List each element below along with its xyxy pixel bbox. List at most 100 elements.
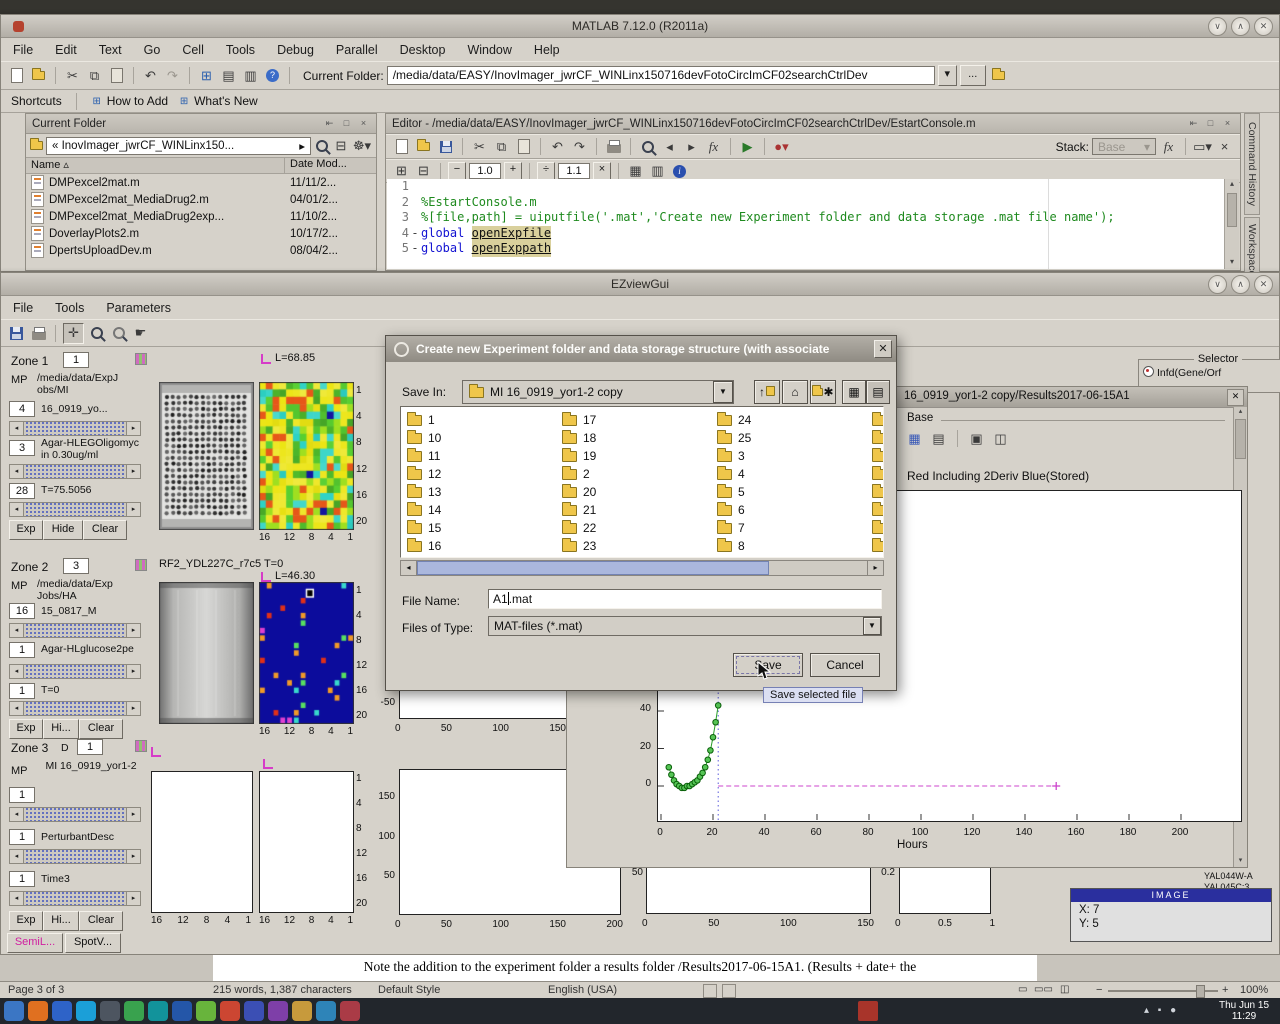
- folder-item[interactable]: 22: [562, 520, 596, 536]
- save-button[interactable]: [7, 324, 26, 343]
- new-folder-button[interactable]: ✱: [810, 380, 836, 404]
- select-tool-button[interactable]: ✛: [63, 323, 84, 344]
- profiler-button[interactable]: ▥: [241, 66, 260, 85]
- zone1-value-field[interactable]: 1: [63, 352, 89, 368]
- ezviewgui-titlebar[interactable]: EZviewGui ∨ ∧ ✕: [1, 273, 1279, 296]
- folder-item[interactable]: 14: [407, 502, 441, 518]
- file-row[interactable]: DMPexcel2mat_MediaDrug2exp...11/10/2...: [26, 208, 376, 225]
- zone2-row2-field[interactable]: 1: [9, 642, 35, 658]
- language-selector[interactable]: English (USA): [548, 984, 617, 996]
- chevron-down-icon[interactable]: ▼: [863, 617, 881, 635]
- run-button[interactable]: ▶: [738, 137, 757, 156]
- desktop-button[interactable]: ⌂: [782, 380, 808, 404]
- file-table-header[interactable]: Name ▵ Date Mod...: [26, 157, 376, 174]
- folder-item[interactable]: [872, 520, 884, 536]
- folder-item[interactable]: 11: [407, 448, 440, 464]
- zone1-grid-icon[interactable]: [135, 353, 147, 365]
- zone3-row2-field[interactable]: 1: [9, 829, 35, 845]
- matlab-titlebar[interactable]: MATLAB 7.12.0 (R2011a) ∨ ∧ ✕: [1, 15, 1279, 38]
- back-button[interactable]: ◂: [660, 137, 679, 156]
- detail-view-button[interactable]: ▤: [866, 380, 890, 404]
- folder-item[interactable]: [872, 448, 884, 464]
- zoom-out-button[interactable]: [109, 324, 128, 343]
- zone1-hide-button[interactable]: Hide: [43, 520, 83, 540]
- menu-item-parallel[interactable]: Parallel: [336, 43, 378, 57]
- breadcrumb[interactable]: « InovImager_jwrCF_WINLinx150...▸: [46, 137, 311, 155]
- folder-item[interactable]: [872, 502, 884, 518]
- menu-item-edit[interactable]: Edit: [55, 43, 77, 57]
- maximize-button[interactable]: ∧: [1231, 17, 1250, 36]
- save-in-dropdown[interactable]: MI 16_0919_yor1-2 copy ▼: [462, 380, 734, 404]
- page-count[interactable]: Page 3 of 3: [8, 984, 64, 996]
- multiply-button[interactable]: ×: [593, 162, 611, 180]
- dock-icon[interactable]: ⇤: [323, 117, 336, 130]
- folder-item[interactable]: [872, 484, 884, 500]
- taskbar-app-icon[interactable]: [28, 1001, 48, 1021]
- frame-icon[interactable]: ◫: [991, 429, 1010, 448]
- menu-item-text[interactable]: Text: [99, 43, 122, 57]
- folder-item[interactable]: 4: [717, 466, 745, 482]
- function-browser-icon[interactable]: fx: [704, 137, 723, 156]
- folder-item[interactable]: 13: [407, 484, 441, 500]
- zone3-plot-right[interactable]: [259, 771, 354, 913]
- cut-button[interactable]: ✂: [63, 66, 82, 85]
- zone3-row3-field[interactable]: 1: [9, 871, 35, 887]
- zone3-slider-1[interactable]: ◂▸: [9, 807, 141, 822]
- insert-cell-icon[interactable]: ⊞: [392, 162, 411, 181]
- folder-item[interactable]: 18: [562, 430, 596, 446]
- paste-button[interactable]: [107, 66, 126, 85]
- editor-scrollbar[interactable]: ▴ ▾: [1224, 179, 1239, 269]
- copy-button[interactable]: ⧉: [492, 137, 511, 156]
- zone3-grid-icon[interactable]: [135, 740, 147, 752]
- cell-mode-icon[interactable]: ▦: [626, 162, 645, 181]
- shortcut-whats-new[interactable]: ⊞What's New: [178, 94, 258, 108]
- spotview-button[interactable]: SpotV...: [65, 933, 121, 953]
- close-button[interactable]: ✕: [1254, 17, 1273, 36]
- menu-item-cell[interactable]: Cell: [182, 43, 204, 57]
- menu-item-window[interactable]: Window: [467, 43, 511, 57]
- close-button[interactable]: ✕: [1254, 275, 1273, 294]
- open-file-button[interactable]: [29, 66, 48, 85]
- menu-item-tools[interactable]: Tools: [226, 43, 255, 57]
- zone1-row1-field[interactable]: 4: [9, 401, 35, 417]
- current-folder-panel-header[interactable]: Current Folder ⇤ □ ×: [26, 114, 376, 134]
- close-panel-icon[interactable]: ×: [1221, 117, 1234, 130]
- print-button[interactable]: [604, 137, 623, 156]
- taskbar-app-icon[interactable]: [268, 1001, 288, 1021]
- zone2-value-field[interactable]: 3: [63, 558, 89, 574]
- word-count[interactable]: 215 words, 1,387 characters: [213, 984, 352, 996]
- breakpoints-button[interactable]: ●▾: [772, 137, 791, 156]
- menu-item-go[interactable]: Go: [144, 43, 161, 57]
- zone3-slider-2[interactable]: ◂▸: [9, 849, 141, 864]
- stack-view-icon[interactable]: ⊟: [333, 136, 349, 155]
- folder-item[interactable]: [872, 538, 884, 554]
- taskbar-app-icon[interactable]: [4, 1001, 24, 1021]
- zoom-slider-thumb[interactable]: [1196, 985, 1205, 998]
- folder-item[interactable]: 23: [562, 538, 596, 554]
- folder-item[interactable]: 25: [717, 430, 751, 446]
- undock-icon[interactable]: □: [340, 117, 353, 130]
- zone1-slider-1[interactable]: ◂▸: [9, 421, 141, 436]
- new-script-button[interactable]: [392, 137, 411, 156]
- current-folder-path-input[interactable]: /media/data/EASY/InovImager_jwrCF_WINLin…: [387, 66, 935, 85]
- file-name-input[interactable]: A1.mat: [488, 589, 882, 609]
- browse-folder-button[interactable]: ...: [960, 65, 986, 86]
- folder-item[interactable]: 24: [717, 412, 751, 428]
- zone1-heatmap[interactable]: [259, 382, 354, 530]
- taskbar-app-icon[interactable]: [148, 1001, 168, 1021]
- menu-item-tools[interactable]: Tools: [55, 301, 84, 315]
- redo-button[interactable]: ↷: [570, 137, 589, 156]
- file-row[interactable]: DMPexcel2mat_MediaDrug2.m04/01/2...: [26, 191, 376, 208]
- taskbar-app-icon[interactable]: [52, 1001, 72, 1021]
- zoom-in-icon[interactable]: +: [1222, 984, 1228, 996]
- zone1-slider-2[interactable]: ◂▸: [9, 464, 141, 479]
- remove-cell-icon[interactable]: ⊟: [414, 162, 433, 181]
- document-text[interactable]: Note the addition to the experiment fold…: [0, 959, 1280, 975]
- close-panel-icon[interactable]: ×: [357, 117, 370, 130]
- stack-dropdown[interactable]: Base▾: [1092, 138, 1156, 155]
- folder-item[interactable]: 8: [717, 538, 745, 554]
- divide-button[interactable]: ÷: [537, 162, 555, 180]
- folder-item[interactable]: 21: [562, 502, 596, 518]
- zone2-row3-field[interactable]: 1: [9, 683, 35, 699]
- zone3-exp-button[interactable]: Exp: [9, 911, 43, 931]
